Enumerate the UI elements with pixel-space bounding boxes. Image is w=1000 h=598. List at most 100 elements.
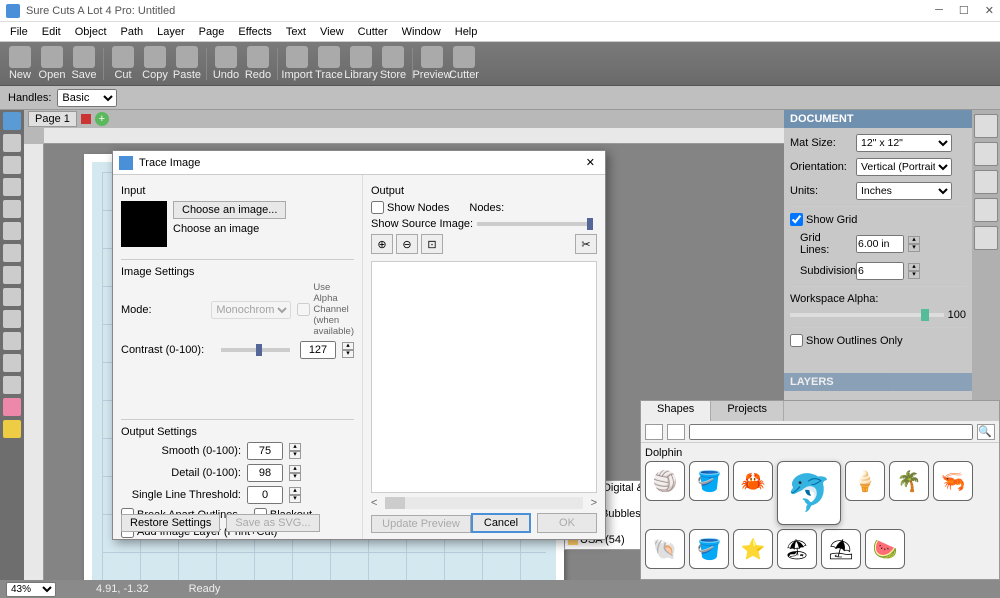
menu-object[interactable]: Object xyxy=(69,24,113,40)
add-page-button[interactable]: + xyxy=(95,112,109,126)
library-item[interactable]: 🦀 xyxy=(733,461,773,501)
tool-hand[interactable] xyxy=(3,332,21,350)
detail-input[interactable] xyxy=(247,464,283,482)
mode-select[interactable]: Monochrome xyxy=(211,301,291,319)
menu-effects[interactable]: Effects xyxy=(232,24,277,40)
library-item[interactable]: 🪣 xyxy=(689,461,729,501)
ok-button[interactable]: OK xyxy=(537,513,597,533)
handles-select[interactable]: Basic xyxy=(57,89,117,107)
tool-measure[interactable] xyxy=(3,354,21,372)
panel-tab-style[interactable] xyxy=(974,170,998,194)
menu-view[interactable]: View xyxy=(314,24,350,40)
showgrid-checkbox[interactable] xyxy=(790,213,803,226)
toolbar-new[interactable]: New xyxy=(4,44,36,84)
matsize-select[interactable]: 12" x 12" xyxy=(856,134,952,152)
tool-knife[interactable] xyxy=(3,244,21,262)
scroll-right-icon[interactable]: > xyxy=(591,497,597,509)
tool-select[interactable] xyxy=(3,112,21,130)
tool-dropper[interactable] xyxy=(3,288,21,306)
toolbar-redo[interactable]: Redo xyxy=(242,44,274,84)
zoom-fit-icon[interactable]: ⊡ xyxy=(421,234,443,254)
tool-text[interactable] xyxy=(3,156,21,174)
library-item[interactable]: 🍉 xyxy=(865,529,905,569)
toolbar-preview[interactable]: Preview xyxy=(416,44,448,84)
menu-path[interactable]: Path xyxy=(115,24,150,40)
scroll-left-icon[interactable]: < xyxy=(371,497,377,509)
minimize-button[interactable]: ─ xyxy=(935,4,943,17)
library-item[interactable]: 🦐 xyxy=(933,461,973,501)
menu-page[interactable]: Page xyxy=(193,24,231,40)
orientation-select[interactable]: Vertical (Portrait) xyxy=(856,158,952,176)
maximize-button[interactable]: ☐ xyxy=(959,4,969,17)
tool-zoom[interactable] xyxy=(3,310,21,328)
library-item[interactable]: 🐚 xyxy=(645,529,685,569)
toolbar-store[interactable]: Store xyxy=(377,44,409,84)
tool-gradient[interactable] xyxy=(3,266,21,284)
library-item[interactable]: 🍦 xyxy=(845,461,885,501)
toolbar-save[interactable]: Save xyxy=(68,44,100,84)
toolbar-paste[interactable]: Paste xyxy=(171,44,203,84)
close-button[interactable]: ✕ xyxy=(985,4,994,17)
library-item[interactable]: 🏖 xyxy=(777,529,817,569)
tool-edit[interactable] xyxy=(3,134,21,152)
zoom-out-icon[interactable]: ⊖ xyxy=(396,234,418,254)
zoom-in-icon[interactable]: ⊕ xyxy=(371,234,393,254)
library-item[interactable]: 🏐 xyxy=(645,461,685,501)
toolbar-undo[interactable]: Undo xyxy=(210,44,242,84)
crop-icon[interactable]: ✂ xyxy=(575,234,597,254)
library-tab-shapes[interactable]: Shapes xyxy=(641,401,711,421)
menu-window[interactable]: Window xyxy=(396,24,447,40)
library-search-icon[interactable]: 🔍 xyxy=(977,424,995,440)
tool-draw[interactable] xyxy=(3,200,21,218)
menu-cutter[interactable]: Cutter xyxy=(352,24,394,40)
zoom-select[interactable]: 43% xyxy=(6,582,56,597)
menu-text[interactable]: Text xyxy=(280,24,312,40)
gridlines-input[interactable] xyxy=(856,235,904,253)
library-item[interactable]: 🐬 xyxy=(777,461,841,525)
menu-edit[interactable]: Edit xyxy=(36,24,67,40)
outlines-checkbox[interactable] xyxy=(790,334,803,347)
close-page-icon[interactable] xyxy=(81,114,91,124)
library-item[interactable]: ⛱ xyxy=(821,529,861,569)
contrast-input[interactable] xyxy=(300,341,336,359)
restore-settings-button[interactable]: Restore Settings xyxy=(121,514,220,532)
toolbar-open[interactable]: Open xyxy=(36,44,68,84)
menu-layer[interactable]: Layer xyxy=(151,24,191,40)
tool-stroke[interactable] xyxy=(3,420,21,438)
library-item[interactable]: ⭐ xyxy=(733,529,773,569)
menu-help[interactable]: Help xyxy=(449,24,484,40)
show-source-slider[interactable] xyxy=(477,222,593,226)
library-search[interactable] xyxy=(689,424,973,440)
page-tab[interactable]: Page 1 xyxy=(28,111,77,127)
library-item[interactable]: 🌴 xyxy=(889,461,929,501)
choose-image-button[interactable]: Choose an image... xyxy=(173,201,286,219)
library-item[interactable]: 🪣 xyxy=(689,529,729,569)
tool-fill[interactable] xyxy=(3,398,21,416)
units-select[interactable]: Inches xyxy=(856,182,952,200)
contrast-slider[interactable] xyxy=(221,348,290,352)
toolbar-library[interactable]: Library xyxy=(345,44,377,84)
show-nodes-checkbox[interactable] xyxy=(371,201,384,214)
smooth-input[interactable] xyxy=(247,442,283,460)
workspace-alpha-slider[interactable] xyxy=(790,313,944,317)
dialog-close-icon[interactable]: ✕ xyxy=(582,156,599,169)
menu-file[interactable]: File xyxy=(4,24,34,40)
subdivision-input[interactable] xyxy=(856,262,904,280)
panel-tab-document[interactable] xyxy=(974,114,998,138)
tool-crop[interactable] xyxy=(3,376,21,394)
toolbar-cut[interactable]: Cut xyxy=(107,44,139,84)
cancel-button[interactable]: Cancel xyxy=(471,513,531,533)
slt-input[interactable] xyxy=(247,486,283,504)
panel-tab-move[interactable] xyxy=(974,142,998,166)
library-view-list[interactable] xyxy=(667,424,685,440)
save-svg-button[interactable]: Save as SVG... xyxy=(226,514,319,532)
library-tab-projects[interactable]: Projects xyxy=(711,401,784,421)
toolbar-copy[interactable]: Copy xyxy=(139,44,171,84)
tool-erase[interactable] xyxy=(3,222,21,240)
library-view-grid[interactable] xyxy=(645,424,663,440)
toolbar-import[interactable]: Import xyxy=(281,44,313,84)
toolbar-cutter[interactable]: Cutter xyxy=(448,44,480,84)
panel-tab-tool[interactable] xyxy=(974,198,998,222)
toolbar-trace[interactable]: Trace xyxy=(313,44,345,84)
panel-tab-text[interactable] xyxy=(974,226,998,250)
